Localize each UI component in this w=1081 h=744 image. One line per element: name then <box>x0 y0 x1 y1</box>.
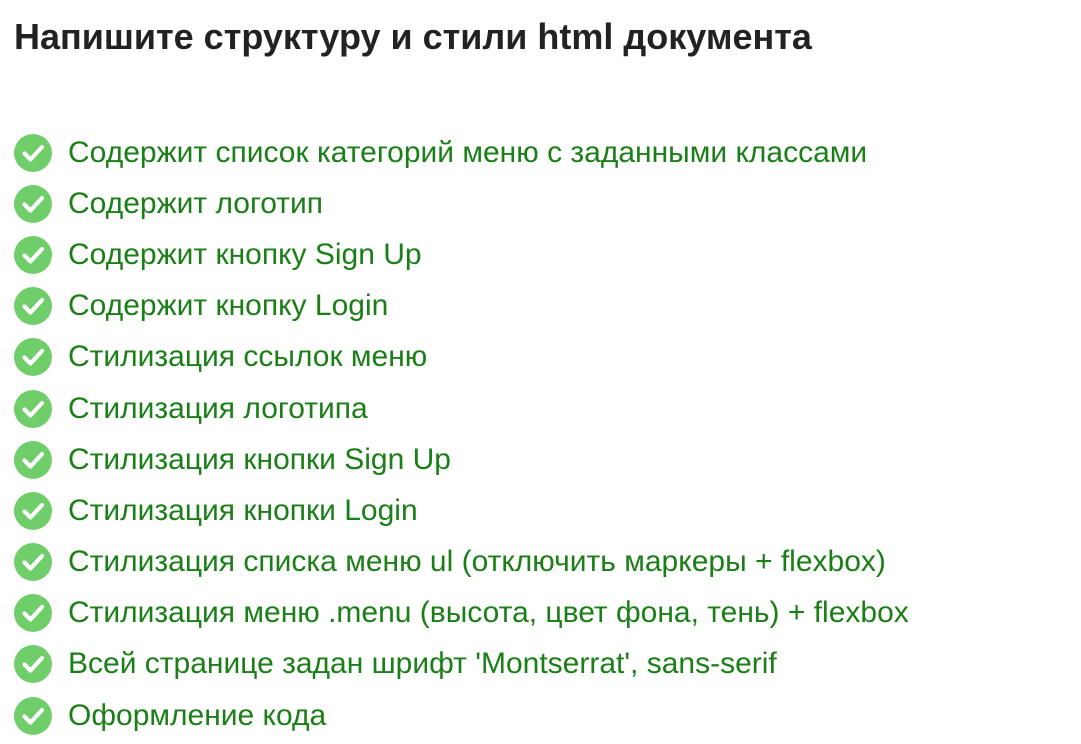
checklist-item-label: Стилизация меню .menu (высота, цвет фона… <box>68 596 909 630</box>
checklist-item: Стилизация списка меню ul (отключить мар… <box>14 537 909 588</box>
check-circle-icon <box>14 287 52 326</box>
check-circle-icon <box>14 491 52 530</box>
checklist-item: Стилизация кнопки Login <box>14 485 909 536</box>
check-circle-icon <box>14 389 52 428</box>
checklist-item: Содержит кнопку Sign Up <box>14 229 909 280</box>
checklist-item: Содержит список категорий меню с заданны… <box>14 127 909 178</box>
checklist-item-label: Стилизация списка меню ul (отключить мар… <box>68 545 886 579</box>
checklist-item: Содержит логотип <box>14 178 909 229</box>
checklist-item-label: Стилизация кнопки Login <box>68 493 418 527</box>
checklist-item-label: Содержит кнопку Login <box>68 289 389 323</box>
page-title: Напишите структуру и стили html документ… <box>14 16 812 57</box>
check-circle-icon <box>14 696 52 735</box>
check-circle-icon <box>14 594 52 633</box>
check-circle-icon <box>14 338 52 377</box>
checklist-item-label: Оформление кода <box>68 698 327 732</box>
checklist-item-label: Содержит кнопку Sign Up <box>68 237 422 271</box>
check-circle-icon <box>14 440 52 479</box>
checklist-item: Оформление кода <box>14 690 909 741</box>
check-circle-icon <box>14 543 52 582</box>
checklist-item: Содержит кнопку Login <box>14 281 909 332</box>
checklist-item-label: Всей странице задан шрифт 'Montserrat', … <box>68 647 777 681</box>
requirements-checklist: Содержит список категорий меню с заданны… <box>14 127 909 741</box>
checklist-item-label: Стилизация кнопки Sign Up <box>68 442 451 476</box>
checklist-item-label: Стилизация логотипа <box>68 391 368 425</box>
checklist-item: Стилизация меню .menu (высота, цвет фона… <box>14 588 909 639</box>
checklist-item: Стилизация ссылок меню <box>14 332 909 383</box>
check-circle-icon <box>14 645 52 684</box>
checklist-item-label: Содержит логотип <box>68 186 324 220</box>
checklist-item: Всей странице задан шрифт 'Montserrat', … <box>14 639 909 690</box>
check-circle-icon <box>14 235 52 274</box>
checklist-item: Стилизация кнопки Sign Up <box>14 434 909 485</box>
checklist-item-label: Содержит список категорий меню с заданны… <box>68 135 868 169</box>
checklist-item-label: Стилизация ссылок меню <box>68 340 428 374</box>
check-circle-icon <box>14 184 52 223</box>
checklist-item: Стилизация логотипа <box>14 383 909 434</box>
check-circle-icon <box>14 133 52 172</box>
